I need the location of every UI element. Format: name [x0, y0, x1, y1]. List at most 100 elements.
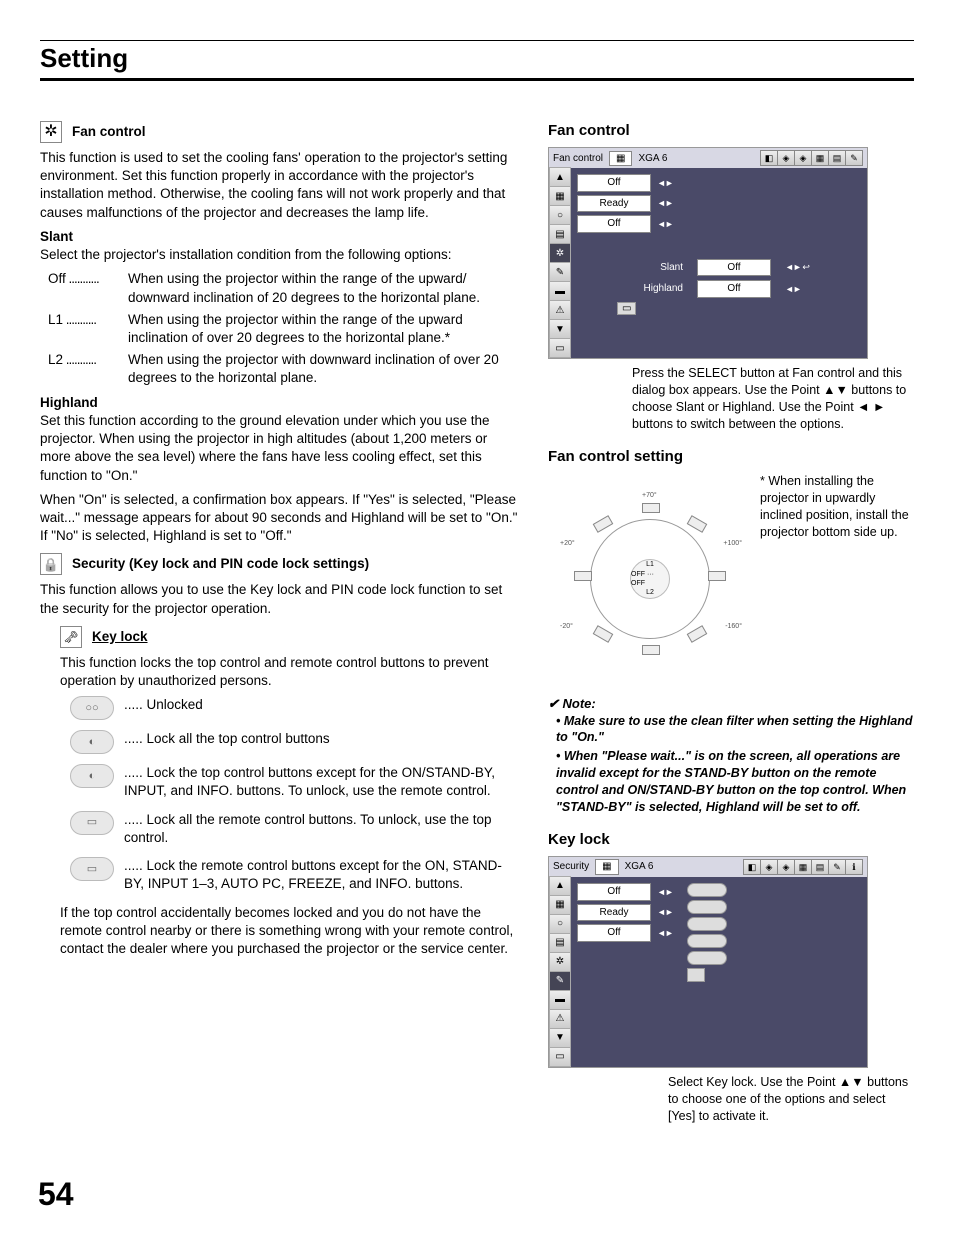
osd-side-item[interactable]: ▤: [549, 224, 571, 244]
osd-side-item[interactable]: ▤: [549, 933, 571, 953]
keylock-options: ○○ ..... Unlocked ◐ ..... Lock all the t…: [70, 696, 520, 893]
toolbar-icon[interactable]: ▦: [811, 150, 829, 166]
osd-side-item-selected[interactable]: ✎: [549, 971, 571, 991]
osd-side-item[interactable]: ▼: [549, 319, 571, 339]
osd-main: Off ◄► Ready ◄► Off ◄►: [571, 877, 867, 1067]
osd-val[interactable]: Off: [697, 280, 771, 298]
diag-lbl: -160°: [725, 622, 742, 631]
security-title: Security (Key lock and PIN code lock set…: [72, 555, 369, 573]
osd-side-item[interactable]: ▬: [549, 990, 571, 1010]
keylock-choice[interactable]: [687, 917, 727, 931]
opt-key: L2: [48, 352, 63, 367]
left-column: Fan control This function is used to set…: [40, 121, 520, 1125]
osd-fan-control: Fan control ▦ XGA 6 ◧◈◈▦▤✎ ▲ ▦ ○ ▤ ✲ ✎ ▬…: [548, 147, 868, 359]
opt-desc: When using the projector within the rang…: [128, 311, 520, 347]
osd-side-item[interactable]: ⚠: [549, 300, 571, 320]
osd-title-text: Security: [553, 860, 589, 874]
osd-val[interactable]: Ready: [577, 904, 651, 922]
keylock-choice[interactable]: [687, 934, 727, 948]
toolbar-icon[interactable]: ✎: [828, 859, 846, 875]
osd-side-item[interactable]: ▲: [549, 167, 571, 187]
osd-sidebar: ▲ ▦ ○ ▤ ✲ ✎ ▬ ⚠ ▼ ▭: [549, 168, 571, 358]
toolbar-icon[interactable]: ◈: [777, 150, 795, 166]
opt-desc: Lock all the top control buttons: [147, 731, 330, 746]
keylock-intro: This function locks the top control and …: [60, 654, 520, 690]
toolbar-icon[interactable]: ◧: [743, 859, 761, 875]
keylock-opt-3: ◐ ..... Lock the top control buttons exc…: [70, 764, 520, 800]
left-right-icon[interactable]: ◄►: [657, 886, 673, 898]
security-heading: Security (Key lock and PIN code lock set…: [40, 553, 520, 575]
security-intro: This function allows you to use the Key …: [40, 581, 520, 617]
diag-lbl: +70°: [642, 491, 657, 500]
keylock-choice[interactable]: [687, 900, 727, 914]
toolbar-icon[interactable]: ✎: [845, 150, 863, 166]
osd-side-item[interactable]: ▲: [549, 876, 571, 896]
osd-val[interactable]: Off: [577, 924, 651, 942]
osd-side-item[interactable]: ○: [549, 914, 571, 934]
fan-control-intro: This function is used to set the cooling…: [40, 149, 520, 222]
page-header: Setting: [40, 40, 914, 81]
osd-side-item[interactable]: ▼: [549, 1028, 571, 1048]
keylock-opt-1: ○○ ..... Unlocked: [70, 696, 520, 720]
osd-side-item[interactable]: ✲: [549, 952, 571, 972]
osd-return-icon[interactable]: [687, 968, 705, 982]
fan-setting-head: Fan control setting: [548, 447, 914, 467]
opt-desc: When using the projector within the rang…: [128, 270, 520, 306]
opt-desc: Lock the top control buttons except for …: [124, 765, 495, 798]
opt-key: L1: [48, 312, 63, 327]
osd-return-icon[interactable]: ▭: [617, 302, 636, 315]
left-right-icon[interactable]: ◄►: [657, 177, 673, 189]
osd-titlebar: Security ▦ XGA 6 ◧◈◈▦▤✎ℹ: [549, 857, 867, 877]
left-right-icon[interactable]: ◄►: [657, 906, 673, 918]
osd-val[interactable]: Ready: [577, 195, 651, 213]
osd-side-item[interactable]: ⚠: [549, 1009, 571, 1029]
keylock-opt-4: ▭ ..... Lock all the remote control butt…: [70, 811, 520, 847]
left-right-icon[interactable]: ◄► ↩: [785, 261, 809, 273]
page-title: Setting: [40, 43, 914, 74]
toolbar-icon[interactable]: ▤: [811, 859, 829, 875]
osd-side-item[interactable]: ▭: [549, 338, 571, 358]
keylock-opt-2: ◐ ..... Lock all the top control buttons: [70, 730, 520, 754]
osd1-caption: Press the SELECT button at Fan control a…: [548, 365, 914, 433]
keylock-choice-column: [687, 883, 727, 1061]
toolbar-icon[interactable]: ◈: [760, 859, 778, 875]
keylock-opt-5: ▭ ..... Lock the remote control buttons …: [70, 857, 520, 893]
key-icon: [60, 626, 82, 648]
keylock-choice[interactable]: [687, 883, 727, 897]
osd-val[interactable]: Off: [577, 215, 651, 233]
slant-options: Off When using the projector within the …: [48, 270, 520, 387]
fan-icon: [40, 121, 62, 143]
left-right-icon[interactable]: ◄►: [657, 927, 673, 939]
osd-side-item[interactable]: ▦: [549, 895, 571, 915]
toolbar-icon[interactable]: ▦: [794, 859, 812, 875]
toolbar-icon[interactable]: ◧: [760, 150, 778, 166]
left-right-icon[interactable]: ◄►: [657, 218, 673, 230]
osd-side-item[interactable]: ▭: [549, 1047, 571, 1067]
note-item: When "Please wait..." is on the screen, …: [556, 748, 914, 816]
highland-head: Highland: [40, 394, 520, 412]
osd-mode: XGA 6: [625, 860, 654, 874]
osd-side-item[interactable]: ✎: [549, 262, 571, 282]
highland-p2: When "On" is selected, a confirmation bo…: [40, 491, 520, 546]
opt-desc: Unlocked: [147, 697, 203, 712]
fan-control-osd-head: Fan control: [548, 121, 914, 141]
lockstate-icon: ▭: [70, 811, 114, 835]
osd-side-item[interactable]: ▦: [549, 186, 571, 206]
toolbar-icon[interactable]: ▤: [828, 150, 846, 166]
keylock-choice[interactable]: [687, 951, 727, 965]
osd-val[interactable]: Off: [577, 174, 651, 192]
toolbar-icon[interactable]: ◈: [794, 150, 812, 166]
osd-side-item[interactable]: ▬: [549, 281, 571, 301]
osd-side-item[interactable]: ○: [549, 205, 571, 225]
osd-title-icon: ▦: [595, 859, 618, 875]
osd-val[interactable]: Off: [577, 883, 651, 901]
osd-toolbar: ◧◈◈▦▤✎ℹ: [744, 859, 863, 875]
osd-side-item-selected[interactable]: ✲: [549, 243, 571, 263]
left-right-icon[interactable]: ◄►: [785, 283, 801, 295]
left-right-icon[interactable]: ◄►: [657, 197, 673, 209]
osd-val[interactable]: Off: [697, 259, 771, 277]
toolbar-icon[interactable]: ℹ: [845, 859, 863, 875]
osd-toolbar: ◧◈◈▦▤✎: [761, 150, 863, 166]
toolbar-icon[interactable]: ◈: [777, 859, 795, 875]
opt-key: Off: [48, 271, 66, 286]
